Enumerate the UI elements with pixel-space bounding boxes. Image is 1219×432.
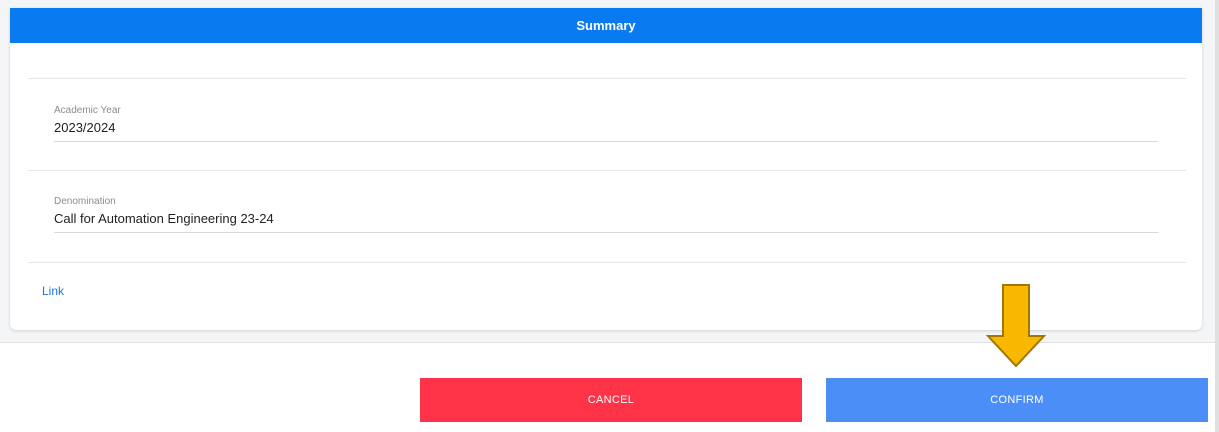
confirm-button[interactable]: CONFIRM (826, 378, 1208, 422)
summary-link[interactable]: Link (42, 284, 64, 298)
divider (28, 170, 1186, 171)
denomination-label: Denomination (54, 196, 116, 207)
denomination-value: Call for Automation Engineering 23-24 (54, 211, 1158, 233)
academic-year-label: Academic Year (54, 105, 121, 116)
cancel-button[interactable]: CANCEL (420, 378, 802, 422)
divider (28, 262, 1186, 263)
scrollbar[interactable] (1215, 0, 1219, 432)
divider (28, 78, 1186, 79)
summary-title: Summary (576, 18, 636, 33)
summary-header: Summary (10, 8, 1202, 43)
denomination-field: Denomination Call for Automation Enginee… (54, 196, 1158, 233)
summary-card: Summary Academic Year 2023/2024 Denomina… (10, 8, 1202, 330)
academic-year-field: Academic Year 2023/2024 (54, 105, 1158, 142)
academic-year-value: 2023/2024 (54, 120, 1158, 142)
page: Summary Academic Year 2023/2024 Denomina… (0, 0, 1219, 432)
arrow-down-icon (986, 284, 1046, 368)
